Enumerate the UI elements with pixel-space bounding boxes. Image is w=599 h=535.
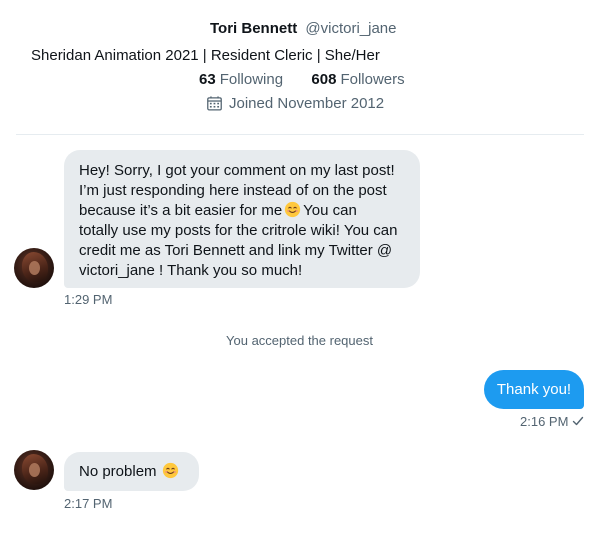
header-divider	[16, 134, 584, 135]
message-line: victori_jane ! Thank you so much!	[79, 262, 303, 279]
following-label: Following	[219, 71, 284, 88]
following-link[interactable]: 63 Following	[199, 71, 287, 88]
message-timestamp: 1:29 PM	[64, 292, 113, 307]
message-timestamp: 2:16 PM	[520, 414, 569, 429]
check-icon	[573, 416, 584, 426]
message-line: I’m just responding here instead of on t…	[79, 182, 387, 199]
following-count: 63	[199, 71, 216, 88]
message-timestamp: 2:17 PM	[64, 496, 113, 511]
calendar-icon	[207, 96, 222, 111]
profile-stats: 63 Following 608 Followers	[199, 71, 405, 88]
message-text-segment: because it’s a bit easier for me	[79, 202, 283, 219]
message-timestamp-sent: 2:16 PM	[520, 414, 584, 429]
smiling-face-emoji-icon	[285, 201, 301, 218]
profile-bio: Sheridan Animation 2021 | Resident Cleri…	[31, 47, 380, 64]
message-text-segment: You can	[303, 202, 357, 219]
message-text: Thank you!	[496, 381, 572, 398]
avatar[interactable]	[14, 248, 54, 288]
followers-label: Followers	[340, 71, 405, 88]
smiling-face-emoji-icon	[162, 462, 178, 479]
message-text: No problem	[79, 463, 157, 480]
followers-link[interactable]: 608 Followers	[311, 71, 404, 88]
profile-handle[interactable]: @victori_jane	[305, 20, 396, 37]
avatar[interactable]	[14, 450, 54, 490]
profile-joined: Joined November 2012	[206, 95, 384, 112]
joined-date: Joined November 2012	[229, 95, 385, 112]
message-bubble-incoming[interactable]: Hey! Sorry, I got your comment on my las…	[64, 150, 420, 288]
followers-count: 608	[311, 71, 337, 88]
message-line: totally use my posts for the critrole wi…	[79, 222, 398, 239]
system-message: You accepted the request	[226, 333, 373, 348]
message-line: Hey! Sorry, I got your comment on my las…	[79, 162, 395, 179]
profile-display-name[interactable]: Tori Bennett	[210, 20, 297, 37]
message-bubble-outgoing[interactable]: Thank you!	[484, 370, 584, 409]
message-line-with-emoji: because it’s a bit easier for me You can	[79, 201, 406, 221]
message-bubble-incoming[interactable]: No problem	[64, 452, 199, 491]
message-line: credit me as Tori Bennett and link my Tw…	[79, 242, 393, 259]
profile-name-row: Tori Bennett @victori_jane	[210, 20, 397, 37]
